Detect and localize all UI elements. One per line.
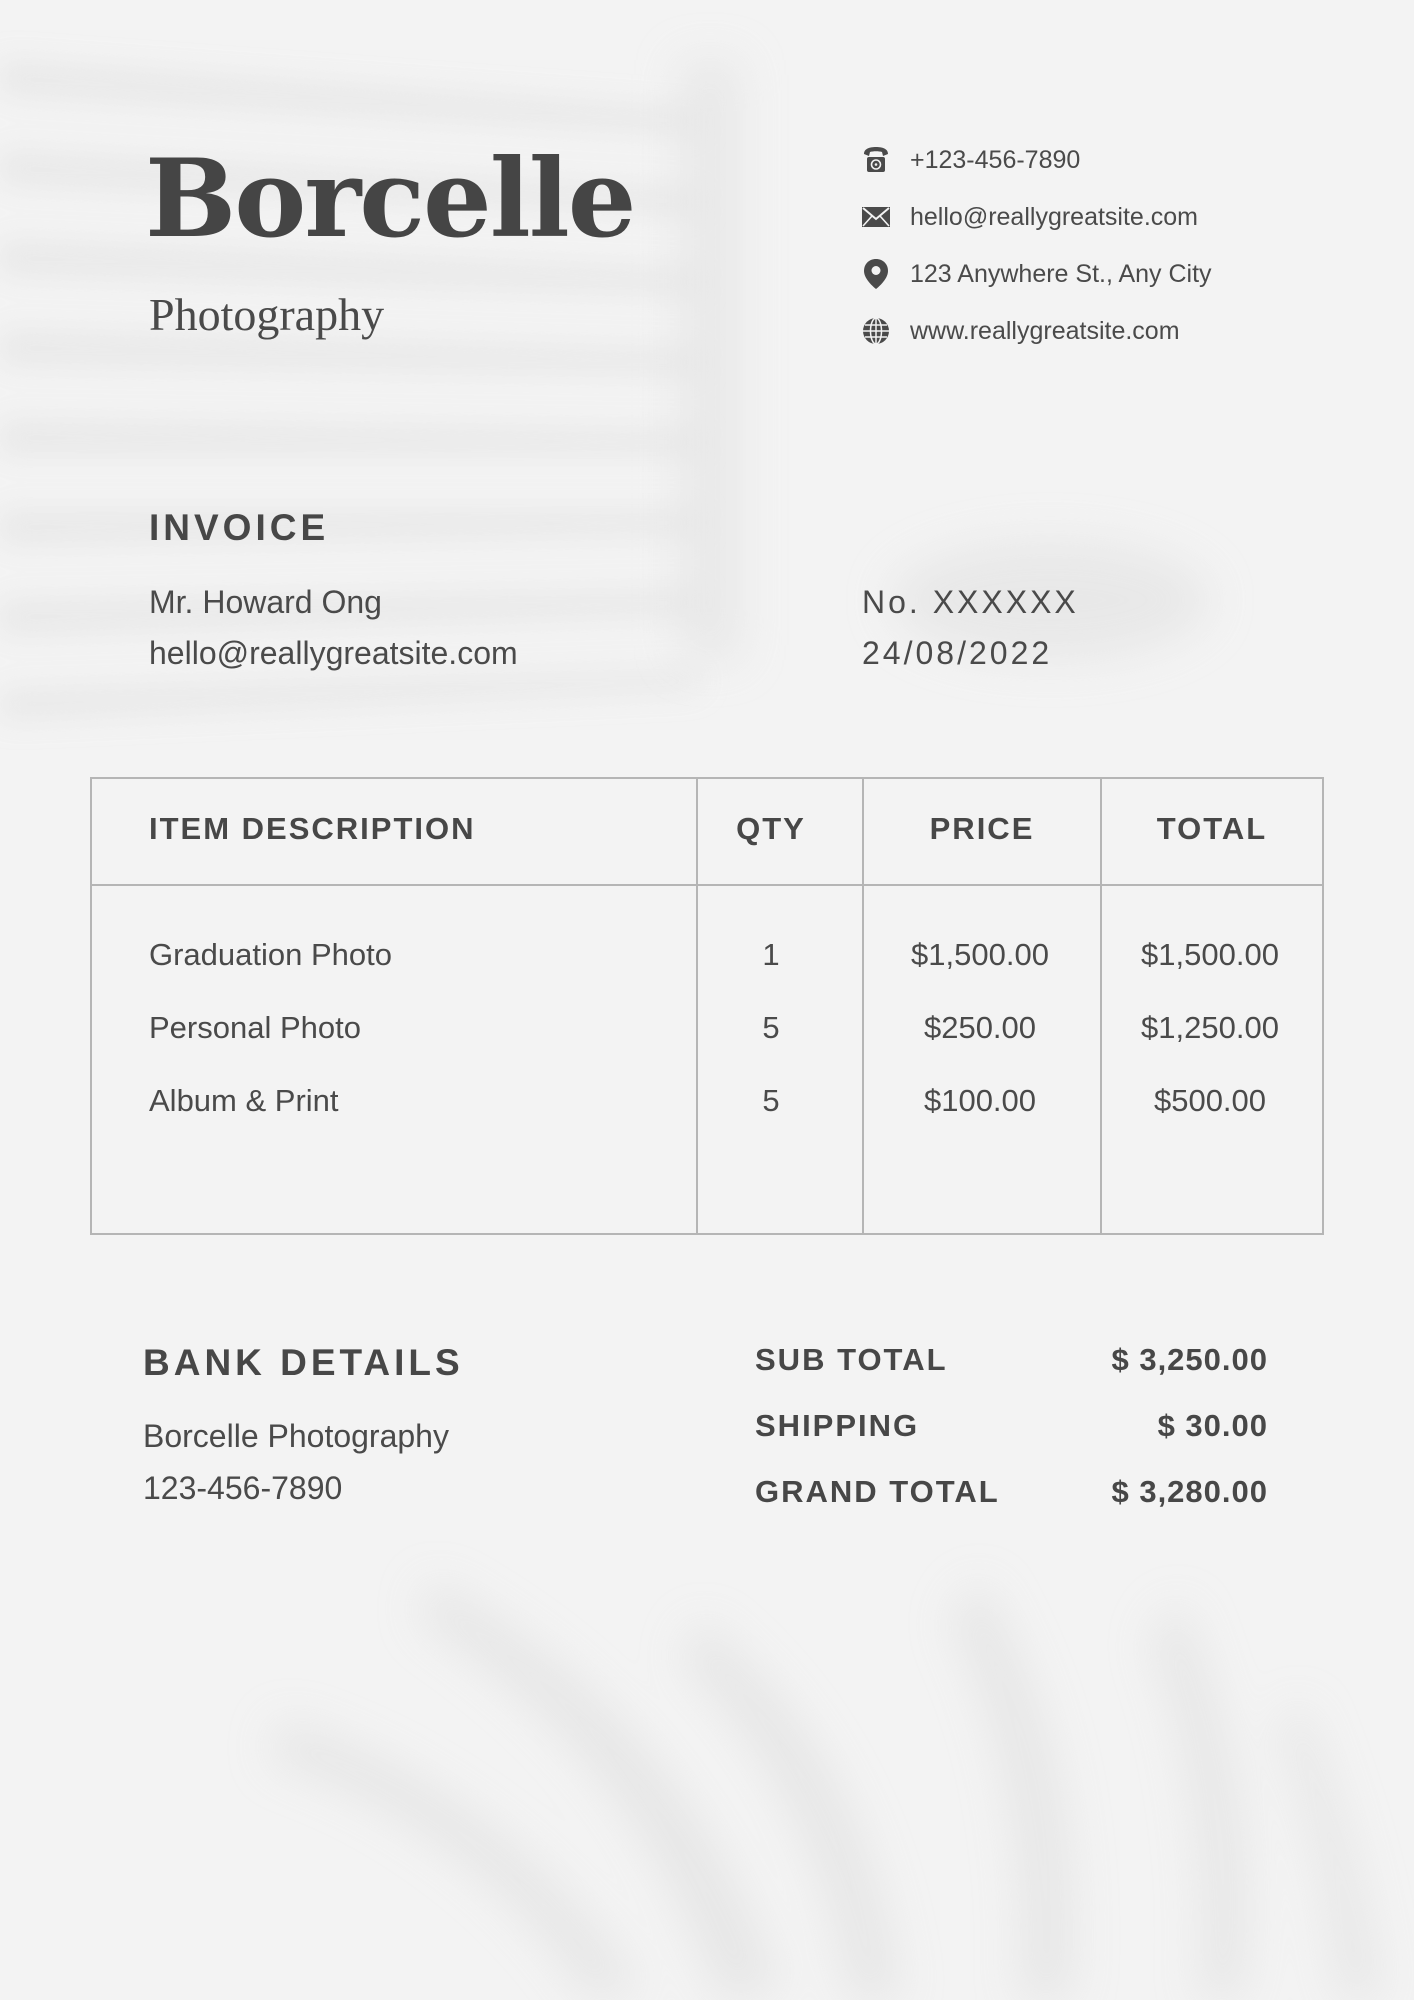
header-price: PRICE <box>929 811 1035 846</box>
invoice-page: Borcelle Photography +123-456-7890 hello… <box>0 0 1414 2000</box>
row-2-qty: 5 <box>762 1010 780 1045</box>
contact-address: 123 Anywhere St., Any City <box>860 254 1212 294</box>
grand-total-value: $ 3,280.00 <box>1111 1474 1268 1509</box>
contact-phone-text: +123-456-7890 <box>910 145 1081 174</box>
row-1-total: $1,500.00 <box>1141 937 1279 972</box>
customer-email: hello@reallygreatsite.com <box>149 635 518 671</box>
table-header-divider <box>92 884 1322 886</box>
contact-phone: +123-456-7890 <box>860 140 1080 180</box>
contact-website-text: www.reallygreatsite.com <box>910 316 1180 345</box>
row-2-description: Personal Photo <box>149 1010 361 1045</box>
contact-email: hello@reallygreatsite.com <box>860 197 1198 237</box>
row-2-total: $1,250.00 <box>1141 1010 1279 1045</box>
grand-total-label: GRAND TOTAL <box>755 1474 1000 1509</box>
contact-address-text: 123 Anywhere St., Any City <box>910 259 1212 288</box>
contact-website: www.reallygreatsite.com <box>860 311 1180 351</box>
phone-icon <box>860 144 892 176</box>
contact-email-text: hello@reallygreatsite.com <box>910 202 1199 231</box>
table-column-divider <box>862 779 864 1233</box>
subtotal-label: SUB TOTAL <box>755 1342 948 1377</box>
bank-account-number: 123-456-7890 <box>143 1470 343 1506</box>
row-2-price: $250.00 <box>923 1010 1037 1045</box>
table-column-divider <box>696 779 698 1233</box>
row-1-price: $1,500.00 <box>911 937 1049 972</box>
invoice-date: 24/08/2022 <box>862 635 1053 671</box>
row-1-qty: 1 <box>762 937 780 972</box>
row-1-description: Graduation Photo <box>149 937 393 972</box>
header-total: TOTAL <box>1156 811 1268 846</box>
shipping-label: SHIPPING <box>755 1408 920 1443</box>
items-table: ITEM DESCRIPTION QTY PRICE TOTAL Graduat… <box>90 777 1324 1235</box>
header-item-description: ITEM DESCRIPTION <box>149 811 476 846</box>
mail-icon <box>860 201 892 233</box>
row-3-qty: 5 <box>762 1083 780 1118</box>
customer-name: Mr. Howard Ong <box>149 584 382 620</box>
row-3-description: Album & Print <box>149 1083 339 1118</box>
brand-subtitle: Photography <box>149 289 385 340</box>
row-3-total: $500.00 <box>1153 1083 1267 1118</box>
shipping-value: $ 30.00 <box>1157 1408 1268 1443</box>
location-pin-icon <box>860 258 892 290</box>
invoice-title: INVOICE <box>149 507 330 548</box>
brand-name: Borcelle <box>145 136 636 262</box>
globe-icon <box>860 315 892 347</box>
bank-account-name: Borcelle Photography <box>143 1418 449 1454</box>
table-column-divider <box>1100 779 1102 1233</box>
invoice-number: No. XXXXXX <box>862 584 1079 620</box>
bank-details-title: BANK DETAILS <box>143 1342 464 1383</box>
row-3-price: $100.00 <box>923 1083 1037 1118</box>
subtotal-value: $ 3,250.00 <box>1111 1342 1268 1377</box>
header-qty: QTY <box>736 811 806 846</box>
